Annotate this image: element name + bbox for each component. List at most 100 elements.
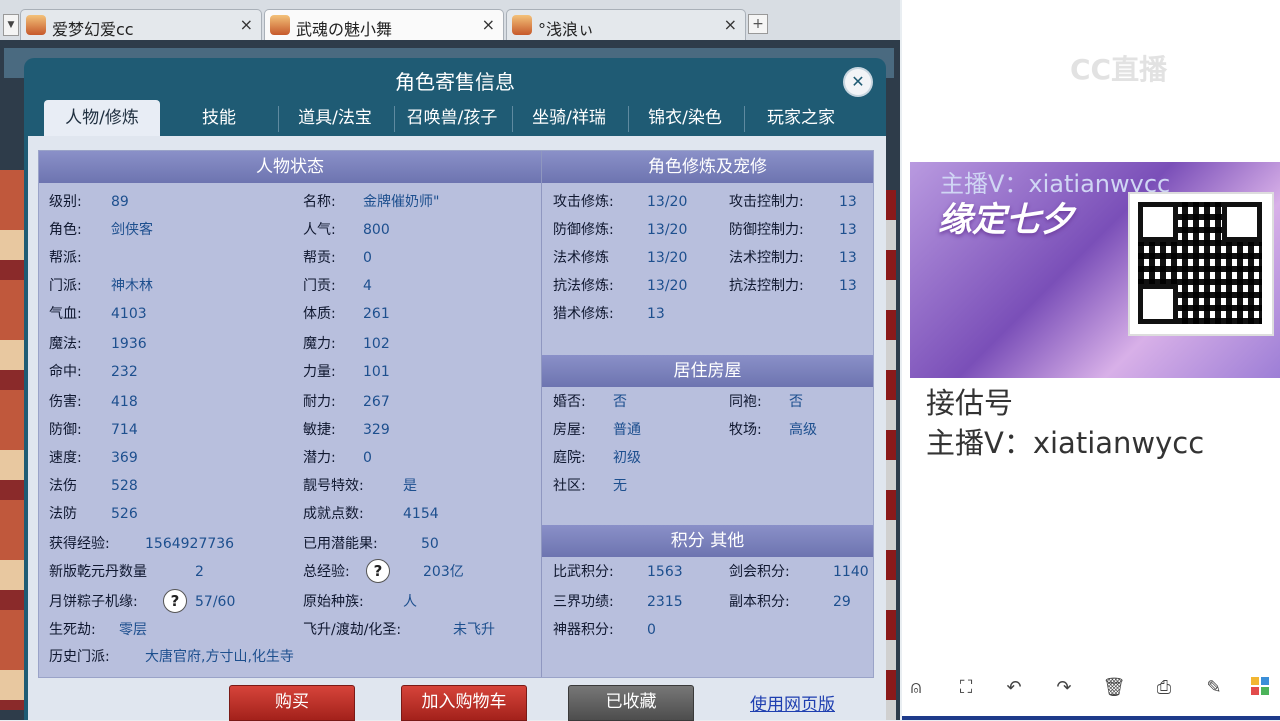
saved-button[interactable]: 已收藏	[568, 685, 694, 721]
tab-items[interactable]: 道具/法宝	[280, 100, 390, 136]
tab-outfits[interactable]: 锦衣/染色	[630, 100, 740, 136]
grid-icon[interactable]	[1248, 676, 1272, 700]
close-icon[interactable]: ×	[482, 15, 495, 34]
game-avatar-icon	[26, 15, 46, 35]
history-value: 大唐官府,方寸山,化生寺	[145, 649, 294, 665]
status-label: 法防	[49, 506, 77, 522]
status-label: 防御:	[49, 422, 82, 438]
buy-button[interactable]: 购买	[229, 685, 355, 721]
status-value: 714	[111, 422, 138, 438]
row-label: 抗法修炼:	[553, 278, 614, 294]
row-value: 13	[839, 278, 857, 294]
row-label: 猎术修炼:	[553, 306, 614, 322]
delete-icon[interactable]: 🗑	[1102, 676, 1126, 700]
row-value: 1563	[647, 564, 683, 580]
close-icon[interactable]: ×	[240, 15, 253, 34]
tab-separator	[628, 106, 629, 132]
row-value: 13	[839, 250, 857, 266]
edit-icon[interactable]: ✎	[1202, 676, 1226, 700]
status-label: 成就点数:	[303, 506, 364, 522]
modal-title: 角色寄售信息	[395, 70, 515, 94]
row-value: 29	[833, 594, 851, 610]
status-value: 261	[363, 306, 390, 322]
status-value: 101	[363, 364, 390, 380]
status-label: 角色:	[49, 222, 82, 238]
row-label: 庭院:	[553, 450, 586, 466]
race-label: 原始种族:	[303, 594, 364, 610]
row-value: 13	[839, 222, 857, 238]
tab-mounts[interactable]: 坐骑/祥瑞	[514, 100, 624, 136]
close-icon[interactable]: ✕	[845, 69, 871, 95]
promo-banner: 主播V：xiatianwycc 缘定七夕	[910, 162, 1280, 378]
row-label: 剑会积分:	[729, 564, 790, 580]
row-value: 初级	[613, 450, 641, 466]
tab-home[interactable]: 玩家之家	[746, 100, 856, 136]
qr-code	[1128, 192, 1274, 336]
help-icon[interactable]: ?	[163, 589, 187, 613]
game-avatar-icon	[512, 15, 532, 35]
status-label: 魔力:	[303, 336, 336, 352]
cc-live-logo: CC直播	[1070, 53, 1168, 86]
status-value: 800	[363, 222, 390, 238]
browser-tab-2[interactable]: 武魂の魅小舞 ×	[264, 9, 504, 40]
new-tab-button[interactable]: +	[748, 14, 768, 34]
status-value: 0	[363, 250, 372, 266]
help-icon[interactable]: ?	[366, 559, 390, 583]
status-label: 气血:	[49, 306, 82, 322]
redo-icon[interactable]: ↷	[1052, 676, 1076, 700]
stream-side-panel: CC直播 主播V：xiatianwycc 缘定七夕 接估号 主播V：xiatia…	[902, 0, 1280, 720]
row-label: 副本积分:	[729, 594, 790, 610]
total-exp-value: 203亿	[423, 564, 464, 580]
close-icon[interactable]: ×	[724, 15, 737, 34]
row-label: 攻击修炼:	[553, 194, 614, 210]
tab-pets[interactable]: 召唤兽/孩子	[396, 100, 508, 136]
status-label: 命中:	[49, 364, 82, 380]
status-label: 敏捷:	[303, 422, 336, 438]
row-label: 法术控制力:	[729, 250, 804, 266]
row-value: 普通	[613, 422, 641, 438]
status-value: 369	[111, 450, 138, 466]
row-label: 同袍:	[729, 394, 762, 410]
tab-separator	[278, 106, 279, 132]
qr-corner	[1138, 284, 1178, 324]
modal-content: 人物状态 级别: 89 角色: 剑侠客 帮派: 门派: 神木林 气血: 4103 魔法: 1936 命…	[28, 136, 886, 720]
mooncake-label: 月饼粽子机缘:	[49, 594, 138, 610]
stream-line-2: 主播V：xiatianwycc	[926, 426, 1205, 460]
game-avatar-icon	[270, 15, 290, 35]
row-value: 13/20	[647, 194, 688, 210]
row-value: 否	[789, 394, 803, 410]
row-value: 13	[839, 194, 857, 210]
browser-tab-1[interactable]: 爱梦幻爱cc ×	[20, 9, 262, 40]
status-value: 89	[111, 194, 129, 210]
row-value: 13	[647, 306, 665, 322]
browser-tab-3[interactable]: °浅浪ぃ ×	[506, 9, 746, 40]
status-value: 232	[111, 364, 138, 380]
row-label: 牧场:	[729, 422, 762, 438]
mouse-icon[interactable]: ⍝	[904, 676, 928, 700]
fullscreen-icon[interactable]: ⛶	[954, 676, 978, 700]
section-header-cultivation: 角色修炼及宠修	[542, 151, 873, 183]
status-value: 267	[363, 394, 390, 410]
status-value: 418	[111, 394, 138, 410]
row-label: 神器积分:	[553, 622, 614, 638]
section-header-status: 人物状态	[39, 151, 541, 183]
background-avatars	[0, 170, 24, 710]
web-version-link[interactable]: 使用网页版	[750, 690, 835, 715]
undo-icon[interactable]: ↶	[1002, 676, 1026, 700]
column-divider	[541, 151, 542, 677]
status-label: 级别:	[49, 194, 82, 210]
add-to-cart-button[interactable]: 加入购物车	[401, 685, 527, 721]
print-icon[interactable]: ⎙	[1152, 676, 1176, 700]
status-label: 人气:	[303, 222, 336, 238]
status-value: 528	[111, 478, 138, 494]
status-label: 帮派:	[49, 250, 82, 266]
status-value: 4154	[403, 506, 439, 522]
status-label: 速度:	[49, 450, 82, 466]
tab-separator	[394, 106, 395, 132]
qianyuan-value: 2	[195, 564, 204, 580]
tab-skills[interactable]: 技能	[164, 100, 274, 136]
tab-character[interactable]: 人物/修炼	[44, 100, 160, 136]
row-value: 否	[613, 394, 627, 410]
tab-dropdown-icon[interactable]: ▼	[3, 14, 19, 36]
browser-tab-strip: ▼ 爱梦幻爱cc × 武魂の魅小舞 × °浅浪ぃ × +	[0, 0, 900, 41]
